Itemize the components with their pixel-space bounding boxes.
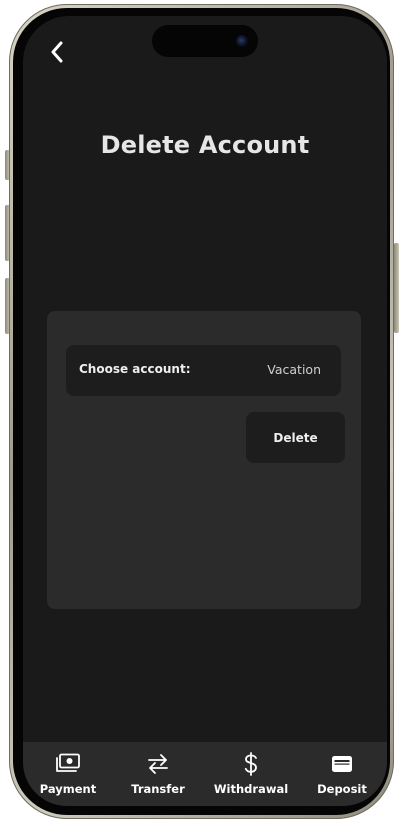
tab-deposit-label: Deposit — [317, 782, 367, 796]
chevron-left-icon — [51, 41, 63, 63]
dollar-sign-icon — [243, 752, 259, 776]
tab-deposit[interactable]: Deposit — [297, 752, 387, 798]
tab-withdrawal-label: Withdrawal — [213, 782, 289, 796]
camera-icon — [236, 35, 248, 47]
selected-account-value: Vacation — [267, 362, 321, 377]
tab-withdrawal[interactable]: Withdrawal — [206, 752, 296, 798]
banknote-icon — [55, 752, 81, 776]
card-icon — [330, 752, 354, 776]
dynamic-island — [152, 25, 258, 57]
delete-button[interactable]: Delete — [246, 412, 345, 463]
page-title: Delete Account — [100, 131, 310, 159]
power-button — [394, 243, 399, 333]
choose-account-label: Choose account: — [79, 362, 191, 376]
transfer-arrows-icon — [146, 752, 170, 776]
tab-transfer[interactable]: Transfer — [113, 752, 203, 798]
phone-mockup: Delete Account Choose account: Vacation … — [0, 0, 403, 823]
tab-transfer-label: Transfer — [131, 782, 185, 796]
tab-payment-label: Payment — [39, 782, 97, 796]
account-select[interactable]: Choose account: Vacation — [66, 345, 341, 396]
tab-payment[interactable]: Payment — [23, 752, 113, 798]
back-button[interactable] — [44, 38, 70, 66]
